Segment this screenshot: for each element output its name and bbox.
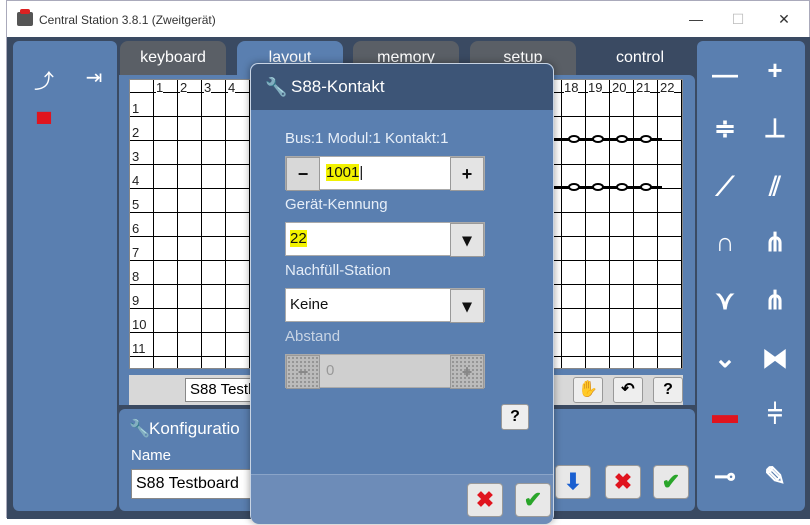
- refill-station-value: Keine: [290, 296, 329, 313]
- row-label: 10: [132, 317, 147, 332]
- device-id-select[interactable]: 22 ▾: [285, 222, 485, 257]
- col-label: 22: [660, 80, 675, 95]
- col-label: 18: [564, 80, 579, 95]
- name-label: Name: [131, 447, 172, 464]
- device-id-value: 22: [290, 230, 307, 247]
- row-label: 6: [132, 221, 140, 236]
- chevron-down-icon[interactable]: ▾: [450, 289, 484, 323]
- row-label: 4: [132, 173, 140, 188]
- row-label: 1: [132, 101, 140, 116]
- col-label: 20: [612, 80, 627, 95]
- row-label: 8: [132, 269, 140, 284]
- plus-icon[interactable]: +: [755, 55, 795, 86]
- wrench-icon: 🔧: [265, 77, 288, 97]
- dialog-header: 🔧 S88-Kontakt: [251, 64, 553, 110]
- signal-track-icon[interactable]: ▬: [705, 399, 745, 430]
- dialog-help-button[interactable]: ?: [501, 404, 529, 430]
- increment-button: +: [450, 355, 484, 389]
- tab-keyboard[interactable]: keyboard: [120, 41, 226, 75]
- decoupler-icon[interactable]: ⫩: [755, 399, 795, 431]
- edit-switch-icon[interactable]: ⤴: [29, 65, 59, 94]
- cancel-button[interactable]: ✖: [467, 483, 503, 517]
- row-label: 9: [132, 293, 140, 308]
- s88-contact-dialog: 🔧 S88-Kontakt Bus:1 Modul:1 Kontakt:1 − …: [250, 63, 554, 524]
- s88-contact[interactable]: [640, 183, 652, 191]
- window-title: Central Station 3.8.1 (Zweitgerät): [39, 13, 216, 27]
- right-toolbar: — + ≑ ⊥ ⟋ ⫽ ∩ ⋔ ⋎ ⋔ ⌄ ⧓ ▬ ⫩ ⊸ ✎: [697, 41, 805, 511]
- s88-contact[interactable]: [592, 135, 604, 143]
- col-label: 4: [228, 80, 236, 95]
- config-title: Konfiguratio: [149, 419, 240, 438]
- refill-station-select[interactable]: Keine ▾: [285, 288, 485, 323]
- row-label: 3: [132, 149, 140, 164]
- three-way-icon[interactable]: ⋔: [755, 285, 795, 316]
- dialog-footer: ✖ ✔: [251, 474, 553, 524]
- minimize-button[interactable]: —: [685, 9, 707, 29]
- dialog-title: S88-Kontakt: [291, 77, 385, 96]
- title-bar: Central Station 3.8.1 (Zweitgerät) — ☐ ✕: [7, 1, 809, 37]
- distance-input: 0: [326, 362, 335, 379]
- edit-pen-icon[interactable]: ✎: [755, 461, 795, 492]
- layout-help-button[interactable]: ?: [653, 377, 683, 403]
- config-ok-button[interactable]: ✔: [653, 465, 689, 499]
- s88-contact[interactable]: [616, 183, 628, 191]
- col-label: 2: [180, 80, 188, 95]
- device-id-label: Gerät-Kennung: [285, 196, 388, 213]
- close-button[interactable]: ✕: [773, 9, 795, 29]
- double-diagonal-icon[interactable]: ⫽: [755, 171, 795, 203]
- wrench-icon: 🔧: [129, 419, 151, 438]
- row-label: 2: [132, 125, 140, 140]
- config-cancel-button[interactable]: ✖: [605, 465, 641, 499]
- distance-stepper: − 0 +: [285, 354, 485, 389]
- move-tool-button[interactable]: ✋: [573, 377, 603, 403]
- address-input[interactable]: 1001|: [326, 157, 363, 189]
- col-label: 1: [156, 80, 164, 95]
- chevron-down-icon[interactable]: ▾: [450, 223, 484, 257]
- client-area: ⤴ ⇥ ▀ keyboard layout memory setup contr…: [7, 37, 810, 524]
- app-icon: [17, 9, 33, 26]
- ok-button[interactable]: ✔: [515, 483, 551, 517]
- refill-station-label: Nachfüll-Station: [285, 262, 391, 279]
- col-label: 19: [588, 80, 603, 95]
- maximize-button[interactable]: ☐: [727, 9, 749, 29]
- col-label: 3: [204, 80, 212, 95]
- s88-contact[interactable]: [568, 183, 580, 191]
- turnout-left-icon[interactable]: ⋎: [705, 285, 745, 316]
- distance-label: Abstand: [285, 328, 341, 345]
- signal-icon[interactable]: ▀: [29, 113, 59, 136]
- diagonal-track-icon[interactable]: ⟋: [705, 171, 745, 203]
- curve-icon[interactable]: ⌄: [705, 343, 745, 374]
- s88-contact[interactable]: [568, 135, 580, 143]
- col-label: 21: [636, 80, 651, 95]
- crossing-icon[interactable]: ⧓: [755, 343, 795, 374]
- address-stepper: − 1001| +: [285, 156, 485, 191]
- decrement-button: −: [286, 355, 320, 389]
- switch-icon[interactable]: ⋔: [755, 227, 795, 258]
- import-icon[interactable]: ⇥: [79, 65, 109, 90]
- rotate-button[interactable]: ↶: [613, 377, 643, 403]
- minus-icon[interactable]: —: [705, 59, 745, 90]
- row-label: 5: [132, 197, 140, 212]
- tab-control[interactable]: control: [587, 41, 693, 75]
- contact-track-icon[interactable]: ⊸: [705, 461, 745, 492]
- app-window: Central Station 3.8.1 (Zweitgerät) — ☐ ✕…: [6, 0, 810, 524]
- s88-contact[interactable]: [592, 183, 604, 191]
- increment-button[interactable]: +: [450, 157, 484, 191]
- row-label: 11: [132, 341, 146, 356]
- buffer-icon[interactable]: ≑: [705, 113, 745, 144]
- decrement-button[interactable]: −: [286, 157, 320, 191]
- s88-contact[interactable]: [616, 135, 628, 143]
- down-button[interactable]: ⬇: [555, 465, 591, 499]
- s88-contact[interactable]: [640, 135, 652, 143]
- end-stop-icon[interactable]: ⊥: [755, 113, 795, 144]
- tunnel-icon[interactable]: ∩: [705, 227, 745, 258]
- contact-info-label: Bus:1 Modul:1 Kontakt:1: [285, 130, 449, 147]
- left-toolbar: ⤴ ⇥ ▀: [13, 41, 117, 511]
- row-label: 7: [132, 245, 140, 260]
